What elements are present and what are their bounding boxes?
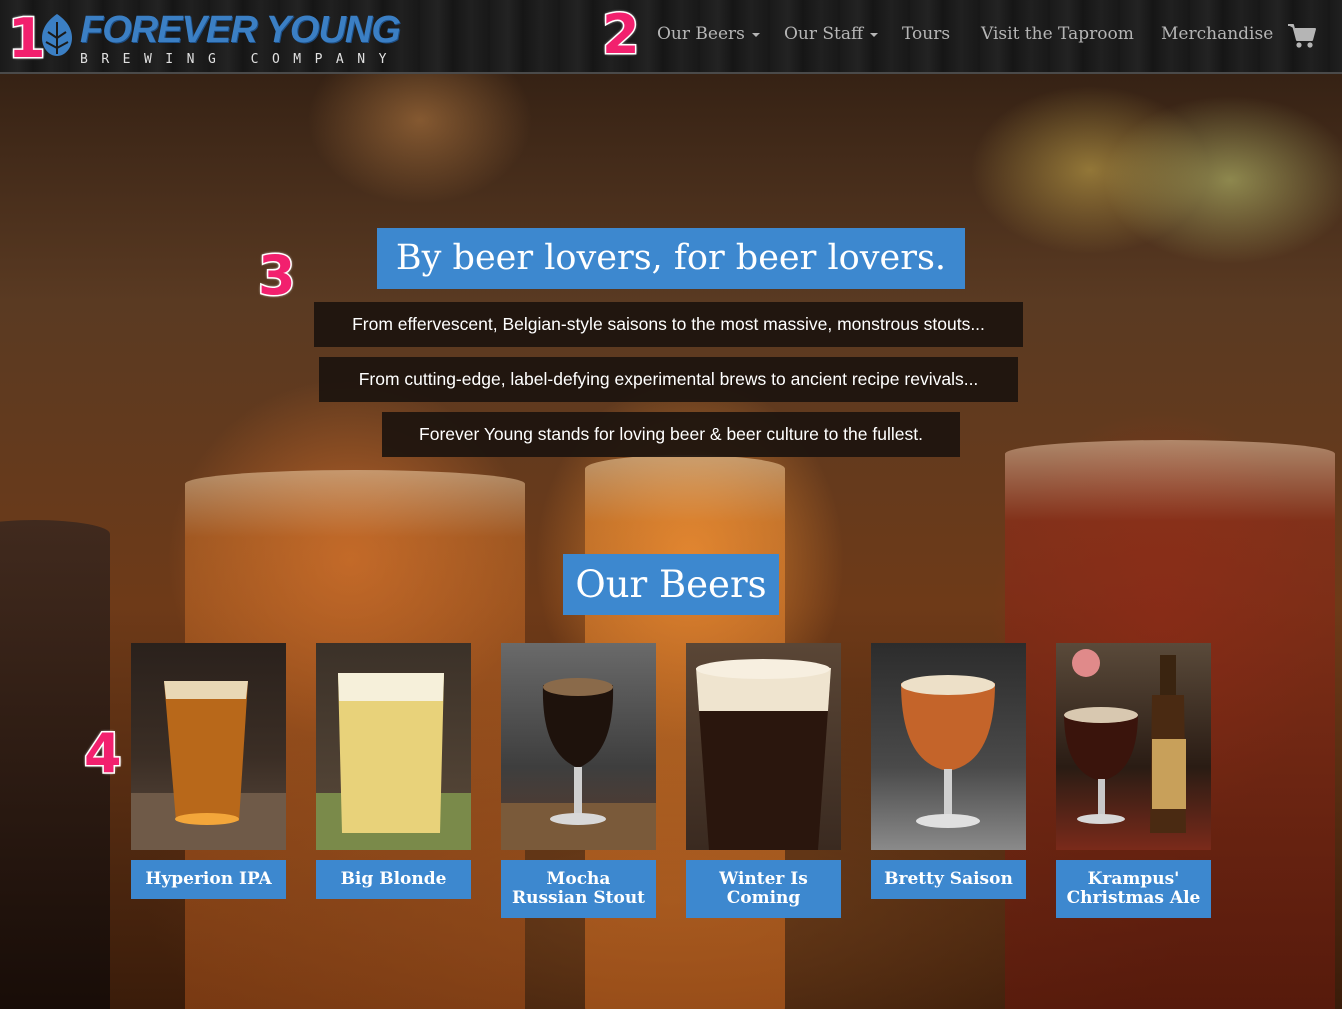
beer-name: Winter Is Coming (686, 860, 841, 918)
beer-card-krampus-christmas-ale[interactable]: Krampus' Christmas Ale (1056, 643, 1211, 918)
beer-photo (1056, 643, 1211, 850)
nav-item-visit-taproom[interactable]: Visit the Taproom (981, 24, 1134, 44)
beer-name: Hyperion IPA (131, 860, 286, 899)
tulip-glass-image (501, 678, 656, 850)
callout-number: 1 (7, 7, 48, 70)
beer-card-big-blonde[interactable]: Big Blonde (316, 643, 471, 899)
nav-item-label: Our Staff (784, 24, 864, 44)
beer-photo (686, 643, 841, 850)
beer-name: Big Blonde (316, 860, 471, 899)
glass-and-bottle-image (1064, 649, 1186, 833)
nav-item-our-staff[interactable]: Our Staff (784, 24, 879, 44)
brand-subtitle: BREWING COMPANY (80, 52, 400, 67)
beer-name: Krampus' Christmas Ale (1056, 860, 1211, 918)
nav-item-merchandise[interactable]: Merchandise (1161, 24, 1273, 44)
brand-title: FOREVER YOUNG (80, 9, 401, 51)
goblet-glass-image (901, 675, 995, 828)
beer-card-bretty-saison[interactable]: Bretty Saison (871, 643, 1026, 899)
caret-down-icon (751, 32, 760, 37)
top-navbar: FOREVER YOUNG BREWING COMPANY Our Beers … (0, 0, 1342, 74)
beer-card-hyperion-ipa[interactable]: Hyperion IPA (131, 643, 286, 899)
brand-logo-link[interactable]: FOREVER YOUNG BREWING COMPANY (10, 6, 401, 70)
nav-item-tours[interactable]: Tours (902, 24, 950, 44)
beer-card-winter-is-coming[interactable]: Winter Is Coming (686, 643, 841, 918)
shopping-cart-icon[interactable] (1287, 22, 1317, 50)
beer-card-mocha-russian-stout[interactable]: Mocha Russian Stout (501, 643, 656, 918)
nav-item-label: Merchandise (1161, 24, 1274, 44)
pint-glass-image (316, 673, 471, 850)
pint-glass-image (131, 681, 286, 850)
callout-number: 3 (257, 244, 298, 307)
beer-name: Mocha Russian Stout (501, 860, 656, 918)
nav-item-label: Visit the Taproom (981, 24, 1134, 44)
beer-photo (131, 643, 286, 850)
beer-photo (501, 643, 656, 850)
callout-number: 4 (83, 722, 124, 785)
caret-down-icon (870, 32, 879, 37)
nav-item-label: Tours (902, 24, 951, 44)
beer-name: Bretty Saison (871, 860, 1026, 899)
nav-item-label: Our Beers (657, 24, 745, 44)
hero-tagline: Forever Young stands for loving beer & b… (382, 412, 960, 457)
beer-photo (871, 643, 1026, 850)
beer-photo (316, 643, 471, 850)
hero-tagline: From effervescent, Belgian-style saisons… (314, 302, 1023, 347)
hero-headline: By beer lovers, for beer lovers. (377, 228, 965, 289)
nav-item-our-beers[interactable]: Our Beers (657, 24, 760, 44)
callout-number: 2 (601, 3, 642, 66)
our-beers-heading: Our Beers (563, 554, 779, 615)
hero-tagline: From cutting-edge, label-defying experim… (319, 357, 1018, 402)
pint-glass-image (696, 659, 831, 850)
